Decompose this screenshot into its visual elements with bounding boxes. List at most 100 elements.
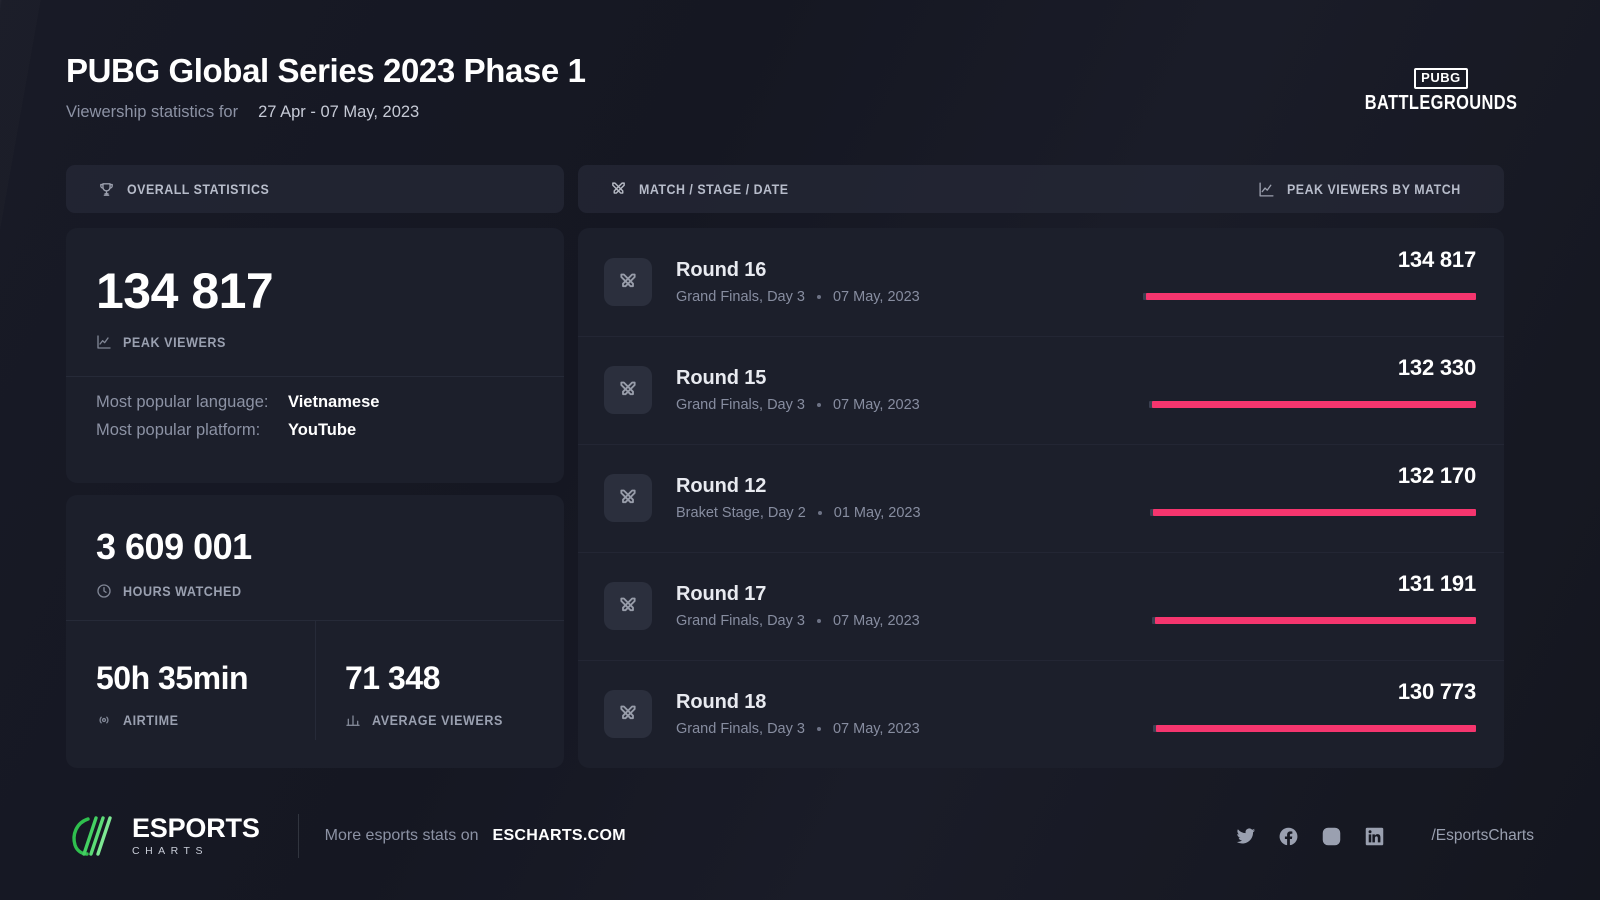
separator-dot [816, 727, 821, 731]
brand-esports: ESPORTS [132, 813, 260, 844]
match-subtitle: Grand Finals, Day 3 07 May, 2023 [676, 721, 1146, 737]
page-footer: ESPORTS CHARTS More esports stats on ESC… [66, 805, 1534, 867]
match-peak-value: 132 170 [1397, 463, 1476, 488]
hours-watched-label-row: HOURS WATCHED [96, 583, 564, 599]
avg-chart-icon [345, 712, 361, 728]
bar-track [1146, 725, 1476, 732]
match-text: Round 17 Grand Finals, Day 3 07 May, 2023 [676, 583, 1146, 629]
match-text: Round 16 Grand Finals, Day 3 07 May, 2023 [676, 259, 1146, 305]
match-stage: Braket Stage, Day 2 [676, 505, 806, 521]
separator-dot [816, 295, 821, 299]
bar-track [1146, 509, 1476, 516]
match-bar-chart: 131 191 [1146, 571, 1476, 641]
pubg-wordmark: BATTLEGROUNDS [1364, 91, 1518, 114]
average-viewers-label: AVERAGE VIEWERS [372, 712, 503, 728]
hours-watched-card: 3 609 001 HOURS WATCHED 50h 35min AIRTIM… [66, 495, 564, 768]
airtime-value: 50h 35min [96, 660, 249, 696]
match-stage: Grand Finals, Day 3 [676, 289, 805, 305]
match-peak-value: 132 330 [1397, 355, 1476, 380]
match-subtitle: Grand Finals, Day 3 07 May, 2023 [676, 289, 1146, 305]
chart-icon [96, 334, 112, 350]
most-popular-language-key: Most popular language: [96, 393, 269, 411]
peak-viewers-block: 134 817 PEAK VIEWERS [66, 228, 564, 350]
twitter-icon[interactable] [1235, 826, 1256, 847]
brand-charts: CHARTS [132, 845, 208, 858]
match-stage: Grand Finals, Day 3 [676, 721, 805, 737]
separator-dot [817, 511, 822, 515]
bar-track [1143, 293, 1476, 300]
table-row[interactable]: Round 17 Grand Finals, Day 3 07 May, 2023 1… [578, 552, 1504, 660]
average-viewers-block: 71 348 AVERAGE VIEWERS [315, 620, 564, 768]
match-subtitle: Grand Finals, Day 3 07 May, 2023 [676, 397, 1146, 413]
most-popular-platform-value: YouTube [288, 421, 357, 439]
bar-fill [1155, 725, 1476, 732]
bar-fill [1152, 509, 1476, 516]
page-header: PUBG Global Series 2023 Phase 1 Viewersh… [66, 52, 1534, 144]
popular-meta-block: Most popular language: Vietnamese Most p… [96, 393, 379, 449]
match-bar-chart: 134 817 [1143, 247, 1476, 317]
overall-statistics-label: OVERALL STATISTICS [127, 181, 270, 197]
match-date: 07 May, 2023 [832, 613, 920, 629]
linkedin-icon[interactable] [1364, 826, 1385, 847]
match-bar-chart: 132 170 [1146, 463, 1476, 533]
hours-watched-block: 3 609 001 HOURS WATCHED [66, 495, 564, 599]
average-viewers-value: 71 348 [345, 660, 440, 696]
bar-track [1146, 401, 1476, 408]
separator-dot [816, 619, 821, 623]
match-name: Round 12 [676, 475, 767, 497]
match-name: Round 15 [676, 367, 767, 389]
swords-icon [604, 690, 652, 738]
most-popular-language-value: Vietnamese [288, 393, 380, 411]
footer-site-link[interactable]: ESCHARTS.COM [492, 827, 625, 845]
match-date: 07 May, 2023 [832, 289, 920, 305]
peak-viewers-label-row: PEAK VIEWERS [96, 334, 564, 350]
airtime-label-row: AIRTIME [96, 712, 315, 728]
pubg-badge-text: PUBG [1414, 68, 1468, 89]
swords-icon [604, 474, 652, 522]
match-peak-value: 130 773 [1397, 679, 1476, 704]
page-subtitle: Viewership statistics for 27 Apr - 07 May… [66, 103, 1534, 122]
subtitle-prefix: Viewership statistics for [66, 103, 239, 121]
hours-watched-label: HOURS WATCHED [123, 583, 242, 599]
footer-more-text: More esports stats on [324, 827, 479, 844]
dashboard-page: PUBG Global Series 2023 Phase 1 Viewersh… [0, 0, 1600, 900]
trophy-icon [98, 181, 115, 198]
bar-track [1146, 617, 1476, 624]
table-row[interactable]: Round 12 Braket Stage, Day 2 01 May, 2023 1… [578, 444, 1504, 552]
bar-fill [1151, 401, 1476, 408]
swords-icon [610, 181, 627, 198]
peak-viewers-label: PEAK VIEWERS [123, 334, 226, 350]
swords-icon [604, 366, 652, 414]
footer-handle: /EsportsCharts [1431, 827, 1534, 844]
match-date: 07 May, 2023 [832, 721, 920, 737]
match-text: Round 18 Grand Finals, Day 3 07 May, 2023 [676, 691, 1146, 737]
peak-viewers-by-match-label: PEAK VIEWERS BY MATCH [1287, 181, 1461, 197]
match-peak-value: 134 817 [1397, 247, 1476, 272]
match-stage-date-group: MATCH / STAGE / DATE [610, 181, 802, 198]
esports-charts-logo[interactable]: ESPORTS CHARTS [66, 815, 260, 857]
table-row[interactable]: Round 15 Grand Finals, Day 3 07 May, 2023 1… [578, 336, 1504, 444]
overall-statistics-header-group: OVERALL STATISTICS [98, 181, 282, 198]
peak-viewers-value: 134 817 [96, 263, 274, 319]
match-subtitle: Braket Stage, Day 2 01 May, 2023 [676, 505, 1146, 521]
bottom-stats-row: 50h 35min AIRTIME 71 348 AVERAGE VIEWERS [66, 620, 564, 768]
most-popular-platform-key: Most popular platform: [96, 421, 261, 439]
match-list-card: Round 16 Grand Finals, Day 3 07 May, 2023 1… [578, 228, 1504, 768]
table-row[interactable]: Round 16 Grand Finals, Day 3 07 May, 2023 1… [578, 228, 1504, 336]
match-bar-chart: 132 330 [1146, 355, 1476, 425]
peak-viewers-by-match-group: PEAK VIEWERS BY MATCH [1258, 181, 1476, 198]
pubg-battlegrounds-logo: PUBG BATTLEGROUNDS [1348, 68, 1534, 115]
table-row[interactable]: Round 18 Grand Finals, Day 3 07 May, 2023 1… [578, 660, 1504, 768]
facebook-icon[interactable] [1278, 826, 1299, 847]
hours-watched-value: 3 609 001 [96, 526, 252, 567]
chart-icon [1258, 181, 1275, 198]
match-name: Round 16 [676, 259, 767, 281]
separator-dot [816, 403, 821, 407]
swords-icon [604, 582, 652, 630]
match-date: 01 May, 2023 [833, 505, 921, 521]
instagram-icon[interactable] [1321, 826, 1342, 847]
most-popular-language-row: Most popular language: Vietnamese [96, 393, 379, 412]
footer-social-group: /EsportsCharts [1235, 826, 1534, 847]
match-stage: Grand Finals, Day 3 [676, 613, 805, 629]
bar-fill [1146, 293, 1476, 300]
